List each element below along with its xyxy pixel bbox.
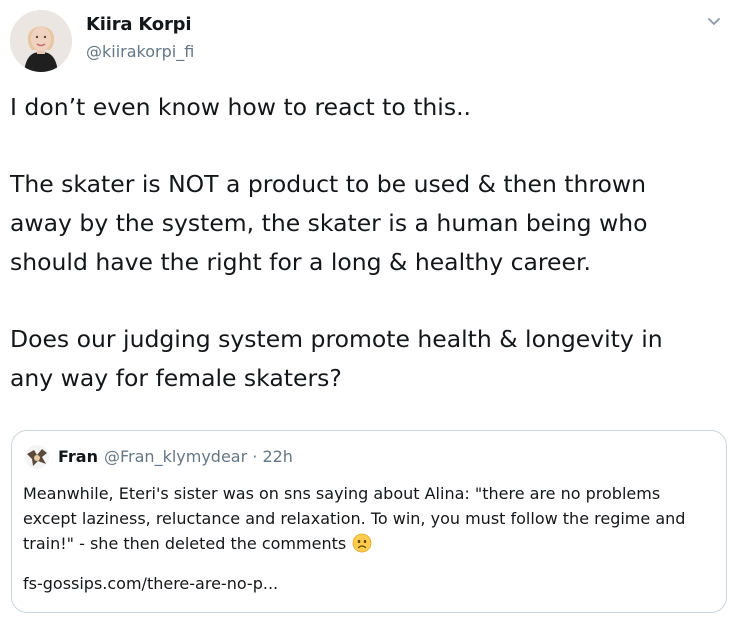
chevron-down-icon[interactable] [706, 14, 722, 30]
tweet-text: I don’t even know how to react to this..… [10, 88, 726, 398]
quoted-line: except laziness, reluctance and relaxati… [23, 509, 686, 528]
quoted-line-with-emoji: train!" - she then deleted the comments [23, 531, 723, 556]
author-avatar[interactable] [10, 10, 72, 72]
tweet-line: I don’t even know how to react to this.. [10, 93, 472, 121]
quoted-line: train!" - she then deleted the comments [23, 534, 347, 553]
frowning-face-emoji-icon [352, 533, 372, 553]
author-handle[interactable]: @kiirakorpi_fi [86, 42, 194, 61]
quoted-tweet-text: Meanwhile, Eteri's sister was on sns say… [23, 481, 723, 556]
quoted-handle-time: @Fran_klymydear · 22h [104, 447, 293, 466]
tweet-line: The skater is NOT a product to be used &… [10, 170, 647, 198]
tweet-line: should have the right for a long & healt… [10, 248, 591, 276]
tweet-line: Does our judging system promote health &… [10, 325, 663, 353]
author-name[interactable]: Kiira Korpi [86, 14, 192, 35]
quoted-author-avatar [24, 444, 50, 470]
tweet-line: any way for female skaters? [10, 364, 342, 392]
quoted-author-name: Fran [58, 447, 98, 466]
quoted-link[interactable]: fs-gossips.com/there-are-no-p... [23, 574, 278, 593]
quoted-tweet-card[interactable]: Fran @Fran_klymydear · 22h Meanwhile, Et… [11, 430, 727, 613]
tweet-line: away by the system, the skater is a huma… [10, 209, 648, 237]
quoted-line: Meanwhile, Eteri's sister was on sns say… [23, 484, 661, 503]
